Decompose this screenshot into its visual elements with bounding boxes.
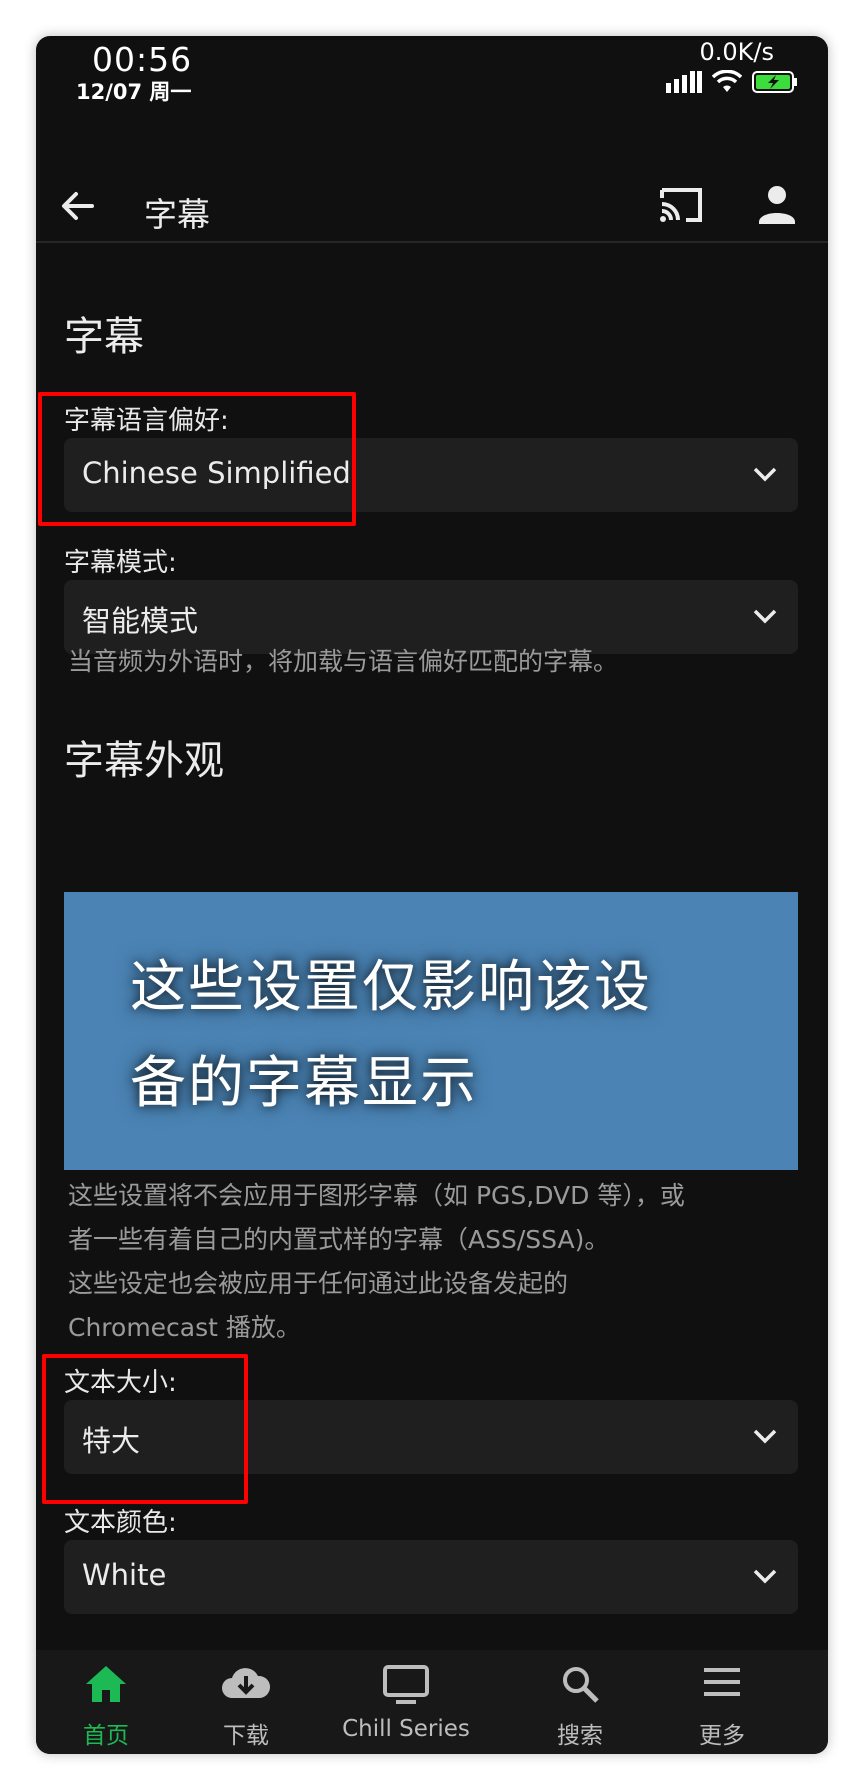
text-color-value: White xyxy=(82,1558,167,1592)
nav-chill-series[interactable]: Chill Series xyxy=(316,1650,496,1754)
status-time: 00:56 xyxy=(92,40,193,79)
menu-icon xyxy=(704,1668,740,1696)
annotation-highlight-language xyxy=(38,392,356,526)
nav-download-label: 下载 xyxy=(223,1723,269,1749)
nav-download[interactable]: 下载 xyxy=(176,1650,316,1754)
nav-home[interactable]: 首页 xyxy=(36,1650,176,1754)
bottom-navigation: 首页 下载 Chill Series 搜索 更多 xyxy=(36,1650,828,1754)
preview-line-2: 备的字幕显示 xyxy=(130,1051,478,1116)
nav-home-label: 首页 xyxy=(83,1723,129,1749)
network-speed: 0.0K/s xyxy=(699,38,775,66)
annotation-highlight-text-size xyxy=(42,1354,248,1504)
subtitle-mode-label: 字幕模式: xyxy=(64,548,177,578)
app-bar-divider xyxy=(36,241,828,243)
nav-more-label: 更多 xyxy=(699,1723,745,1749)
status-date: 12/07 周一 xyxy=(76,80,192,104)
subtitle-mode-help: 当音频为外语时，将加载与语言偏好匹配的字幕。 xyxy=(68,647,619,676)
wifi-icon xyxy=(712,70,742,92)
appearance-help: 这些设置将不会应用于图形字幕（如 PGS,DVD 等），或 者一些有着自己的内置… xyxy=(68,1174,685,1350)
chevron-down-icon xyxy=(753,609,777,624)
nav-search-label: 搜索 xyxy=(557,1723,603,1749)
text-color-label: 文本颜色: xyxy=(64,1508,177,1538)
nav-more[interactable]: 更多 xyxy=(652,1650,792,1754)
nav-chill-series-label: Chill Series xyxy=(342,1716,470,1742)
appearance-help-line-3: 这些设定也会被应用于任何通过此设备发起的 xyxy=(68,1269,569,1298)
section-title-subtitles: 字幕 xyxy=(64,314,144,360)
status-icons xyxy=(666,70,798,94)
app-bar: 字幕 xyxy=(36,136,828,276)
subtitle-preview-text: 这些设置仅影响该设 备的字幕显示 xyxy=(130,940,770,1132)
preview-line-1: 这些设置仅影响该设 xyxy=(130,955,652,1020)
tv-icon xyxy=(383,1665,429,1704)
download-icon xyxy=(222,1668,271,1698)
page-title: 字幕 xyxy=(144,195,210,234)
section-title-appearance: 字幕外观 xyxy=(64,738,224,784)
subtitle-preview: 这些设置仅影响该设 备的字幕显示 xyxy=(64,892,798,1170)
appearance-help-line-4: Chromecast 播放。 xyxy=(68,1313,301,1342)
phone-screen: 00:56 12/07 周一 0.0K/s 字幕 字幕 字幕语言偏好: Chin… xyxy=(36,36,828,1754)
account-icon[interactable] xyxy=(754,182,800,228)
subtitle-mode-value: 智能模式 xyxy=(82,604,199,638)
battery-charging-icon xyxy=(752,71,797,93)
back-arrow-icon[interactable] xyxy=(56,184,100,228)
appearance-help-line-1: 这些设置将不会应用于图形字幕（如 PGS,DVD 等），或 xyxy=(68,1181,685,1210)
text-color-select[interactable]: White xyxy=(64,1540,798,1614)
search-icon xyxy=(563,1667,599,1703)
chevron-down-icon xyxy=(753,1569,777,1584)
appearance-help-line-2: 者一些有着自己的内置式样的字幕（ASS/SSA)。 xyxy=(68,1225,610,1254)
home-icon xyxy=(86,1666,126,1702)
nav-search[interactable]: 搜索 xyxy=(510,1650,650,1754)
signal-icon xyxy=(666,71,702,93)
chevron-down-icon xyxy=(753,1429,777,1444)
cast-icon[interactable] xyxy=(656,182,706,228)
chevron-down-icon xyxy=(753,467,777,482)
